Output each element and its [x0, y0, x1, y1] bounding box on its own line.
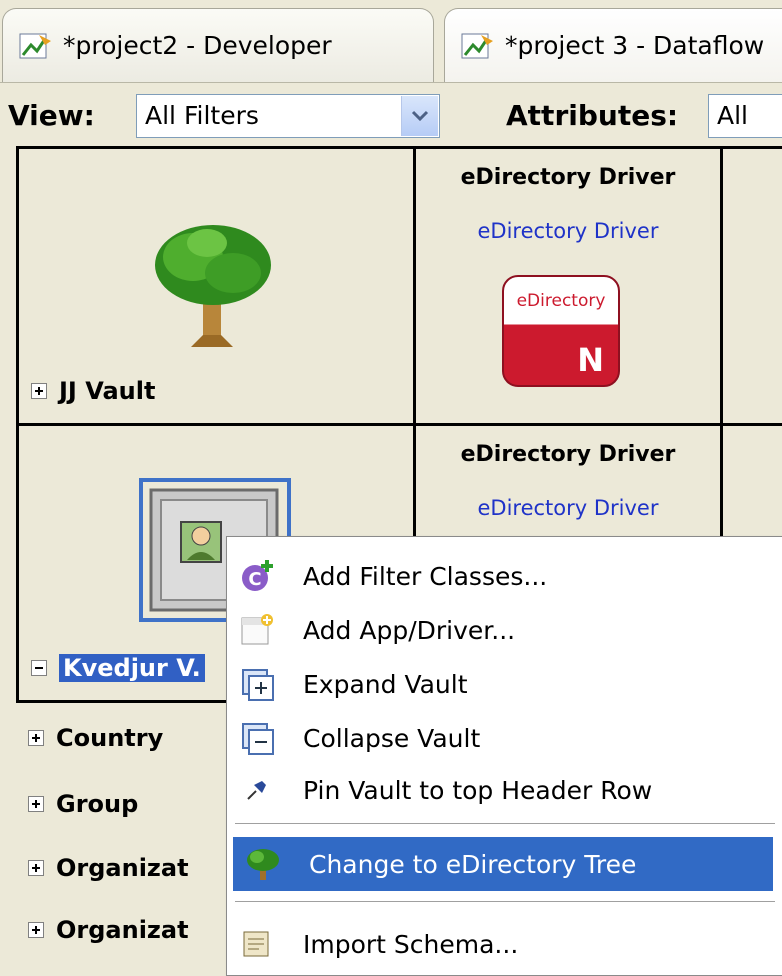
driver-link[interactable]: eDirectory Driver	[416, 219, 720, 243]
menu-item-collapse-vault[interactable]: Collapse Vault	[227, 711, 782, 765]
tab-project2-developer[interactable]: *project2 - Developer	[2, 8, 434, 82]
add-class-icon: C	[237, 556, 277, 596]
vault-name-selected: Kvedjur V.	[59, 654, 205, 682]
driver-cell[interactable]: eDirectory Driver eDirectory Driver eDir…	[413, 146, 723, 426]
attributes-select-value: All	[717, 101, 748, 130]
class-name: Organizat	[56, 916, 189, 944]
logo-text: eDirectory	[516, 291, 606, 311]
menu-item-label: Change to eDirectory Tree	[309, 849, 637, 879]
pin-icon	[237, 770, 277, 810]
class-name: Group	[56, 790, 139, 818]
menu-item-label: Import Schema...	[303, 929, 519, 959]
class-row[interactable]: Organizat	[28, 854, 189, 882]
chevron-down-icon[interactable]	[401, 96, 438, 136]
tree-icon	[155, 225, 271, 347]
expand-icon[interactable]	[31, 383, 47, 399]
tab-project3-dataflow[interactable]: *project 3 - Dataflow	[444, 8, 782, 82]
context-menu: C Add Filter Classes... Add App/Driver..…	[226, 536, 782, 976]
menu-item-import-schema[interactable]: Import Schema...	[227, 917, 782, 971]
expand-icon[interactable]	[28, 922, 44, 938]
class-row[interactable]: Organizat	[28, 916, 189, 944]
menu-item-label: Collapse Vault	[303, 723, 481, 753]
menu-item-add-filter-classes[interactable]: C Add Filter Classes...	[227, 549, 782, 603]
class-row[interactable]: Group	[28, 790, 138, 818]
menu-item-label: Add Filter Classes...	[303, 561, 548, 591]
collapse-icon[interactable]	[31, 660, 47, 676]
diagram-icon	[461, 33, 493, 58]
vault-name: JJ Vault	[59, 377, 156, 405]
menu-separator	[235, 901, 775, 902]
filter-toolbar: View: All Filters Attributes: All	[0, 82, 782, 146]
svg-text:C: C	[248, 569, 261, 590]
edirectory-logo-icon: eDirectory N	[502, 275, 620, 387]
menu-item-pin-vault[interactable]: Pin Vault to top Header Row	[227, 763, 782, 817]
expand-icon[interactable]	[28, 796, 44, 812]
driver-header: eDirectory Driver	[460, 442, 676, 467]
diagram-icon	[19, 33, 51, 58]
vault-name-row[interactable]: Kvedjur V.	[31, 654, 205, 682]
tab-label: *project2 - Developer	[63, 31, 332, 60]
driver-link[interactable]: eDirectory Driver	[416, 496, 720, 520]
collapse-icon	[237, 718, 277, 758]
vault-cell-jj[interactable]: JJ Vault	[16, 146, 416, 426]
menu-item-expand-vault[interactable]: Expand Vault	[227, 657, 782, 711]
menu-item-add-app-driver[interactable]: Add App/Driver...	[227, 603, 782, 657]
menu-separator	[235, 823, 775, 824]
schema-icon	[237, 924, 277, 964]
editor-tab-bar: *project2 - Developer *project 3 - Dataf…	[0, 0, 782, 82]
expand-icon[interactable]	[28, 730, 44, 746]
attributes-label: Attributes:	[506, 99, 679, 132]
add-app-icon	[237, 610, 277, 650]
attributes-select[interactable]: All	[708, 94, 782, 138]
expand-icon	[237, 664, 277, 704]
class-row[interactable]: Country	[28, 724, 163, 752]
menu-item-label: Expand Vault	[303, 669, 468, 699]
menu-item-label: Pin Vault to top Header Row	[303, 775, 653, 805]
driver-header: eDirectory Driver	[460, 165, 676, 190]
menu-item-change-to-edirectory-tree[interactable]: Change to eDirectory Tree	[233, 837, 773, 891]
class-name: Organizat	[56, 854, 189, 882]
menu-item-label: Add App/Driver...	[303, 615, 516, 645]
view-select[interactable]: All Filters	[136, 94, 440, 138]
class-name: Country	[56, 724, 164, 752]
view-select-value: All Filters	[145, 101, 259, 130]
logo-letter: N	[577, 341, 604, 379]
tree-icon	[243, 844, 283, 884]
vault-name-row[interactable]: JJ Vault	[31, 377, 155, 405]
expand-icon[interactable]	[28, 860, 44, 876]
tab-label: *project 3 - Dataflow	[505, 31, 765, 60]
next-driver-cell[interactable]	[720, 146, 782, 426]
view-label: View:	[8, 99, 95, 132]
